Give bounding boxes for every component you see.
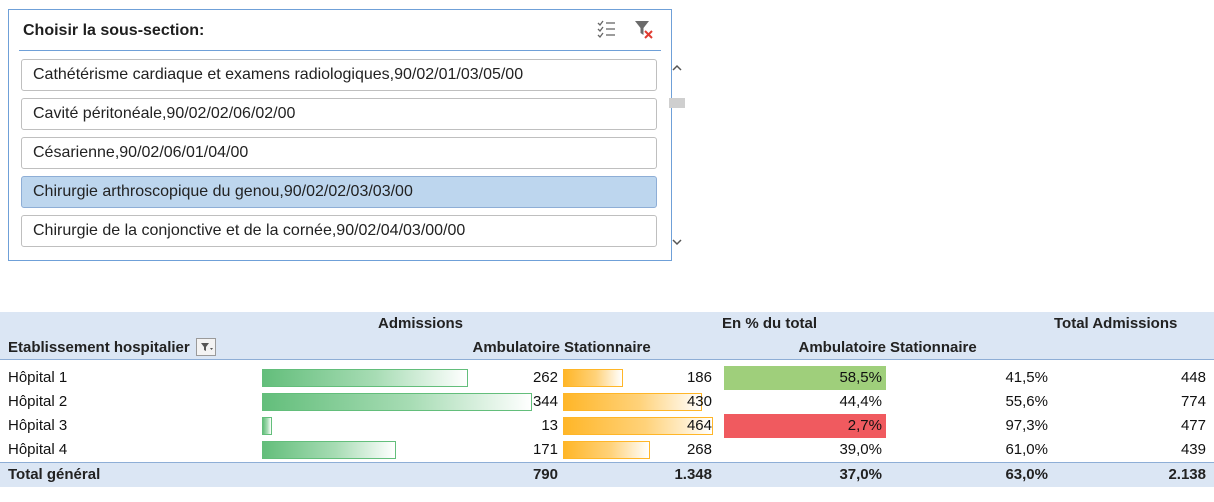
row-label: Hôpital 1	[8, 369, 68, 386]
stationnaire-value: 464	[686, 417, 712, 434]
grand-total-ambulatoire: 790	[532, 466, 558, 483]
row-label-header-text: Etablissement hospitalier	[8, 339, 190, 356]
ambulatoire-databar	[262, 369, 468, 387]
table-row: Hôpital 4 171 268 39,0% 61,0% 439	[0, 438, 1214, 462]
total-admissions-value: 448	[1180, 369, 1206, 386]
slicer-panel: Choisir la sous-section: Cathétérisme ca…	[8, 9, 685, 261]
pct-stationnaire-value: 61,0%	[1005, 441, 1048, 458]
grand-total-admissions: 2.138	[1168, 466, 1206, 483]
filter-dropdown-icon[interactable]	[195, 338, 216, 357]
pct-stationnaire-value: 97,3%	[1005, 417, 1048, 434]
slicer-header: Choisir la sous-section:	[19, 10, 661, 51]
row-label: Hôpital 3	[8, 417, 68, 434]
stationnaire-value: 430	[686, 393, 712, 410]
scroll-up-icon[interactable]	[665, 62, 689, 80]
pct-stationnaire-value: 55,6%	[1005, 393, 1048, 410]
pct-ambulatoire-value: 39,0%	[839, 441, 882, 458]
scroll-down-icon[interactable]	[665, 236, 689, 254]
slicer-title: Choisir la sous-section:	[23, 22, 205, 39]
grand-total-label: Total général	[8, 466, 101, 483]
column-group-pct-total: En % du total	[722, 315, 817, 332]
grand-total-pct-stationnaire: 63,0%	[1005, 466, 1048, 483]
column-header-pct-ambulatoire: Ambulatoire	[798, 339, 886, 356]
grand-total-stationnaire: 1.348	[674, 466, 712, 483]
multi-select-icon[interactable]	[595, 18, 617, 40]
slicer-item[interactable]: Cavité péritonéale,90/02/02/06/02/00	[21, 98, 657, 130]
ambulatoire-value: 344	[532, 393, 558, 410]
column-group-total-admissions: Total Admissions	[1054, 315, 1178, 332]
slicer-scrollbar[interactable]	[665, 58, 689, 252]
column-header-pct-stationnaire: Stationnaire	[890, 339, 977, 356]
slicer-item[interactable]: Cathétérisme cardiaque et examens radiol…	[21, 59, 657, 91]
pct-ambulatoire-value: 2,7%	[847, 417, 882, 434]
stationnaire-value: 268	[686, 441, 712, 458]
column-group-admissions: Admissions	[378, 315, 464, 332]
column-header-stationnaire: Stationnaire	[564, 339, 651, 356]
slicer-item-selected[interactable]: Chirurgie arthroscopique du genou,90/02/…	[21, 176, 657, 208]
ambulatoire-value: 262	[532, 369, 558, 386]
slicer-item[interactable]: Césarienne,90/02/06/01/04/00	[21, 137, 657, 169]
table-row: Hôpital 2 344 430 44,4% 55,6% 774	[0, 390, 1214, 414]
total-admissions-value: 774	[1180, 393, 1206, 410]
pct-ambulatoire-value: 44,4%	[839, 393, 882, 410]
pct-ambulatoire-value: 58,5%	[839, 369, 882, 386]
slicer-item[interactable]: Chirurgie de la conjonctive et de la cor…	[21, 215, 657, 247]
table-row: Hôpital 3 13 464 2,7% 97,3% 477	[0, 414, 1214, 438]
total-admissions-value: 439	[1180, 441, 1206, 458]
grand-total-pct-ambulatoire: 37,0%	[839, 466, 882, 483]
clear-filter-icon[interactable]	[633, 18, 655, 40]
row-label: Hôpital 4	[8, 441, 68, 458]
pct-stationnaire-value: 41,5%	[1005, 369, 1048, 386]
stationnaire-value: 186	[686, 369, 712, 386]
ambulatoire-databar	[262, 417, 272, 435]
pivot-subheader-row: Etablissement hospitalier Ambulatoire St…	[0, 336, 1214, 360]
row-label: Hôpital 2	[8, 393, 68, 410]
ambulatoire-value: 13	[541, 417, 558, 434]
table-row: Hôpital 1 262 186 58,5% 41,5% 448	[0, 366, 1214, 390]
scrollbar-thumb[interactable]	[669, 98, 685, 108]
ambulatoire-databar	[262, 441, 396, 459]
total-admissions-value: 477	[1180, 417, 1206, 434]
column-header-ambulatoire: Ambulatoire	[472, 339, 560, 356]
stationnaire-databar	[563, 369, 623, 387]
grand-total-row: Total général 790 1.348 37,0% 63,0% 2.13…	[0, 462, 1214, 487]
ambulatoire-value: 171	[532, 441, 558, 458]
row-label-header: Etablissement hospitalier	[8, 336, 216, 360]
pivot-header-row: Admissions En % du total Total Admission…	[0, 312, 1214, 336]
